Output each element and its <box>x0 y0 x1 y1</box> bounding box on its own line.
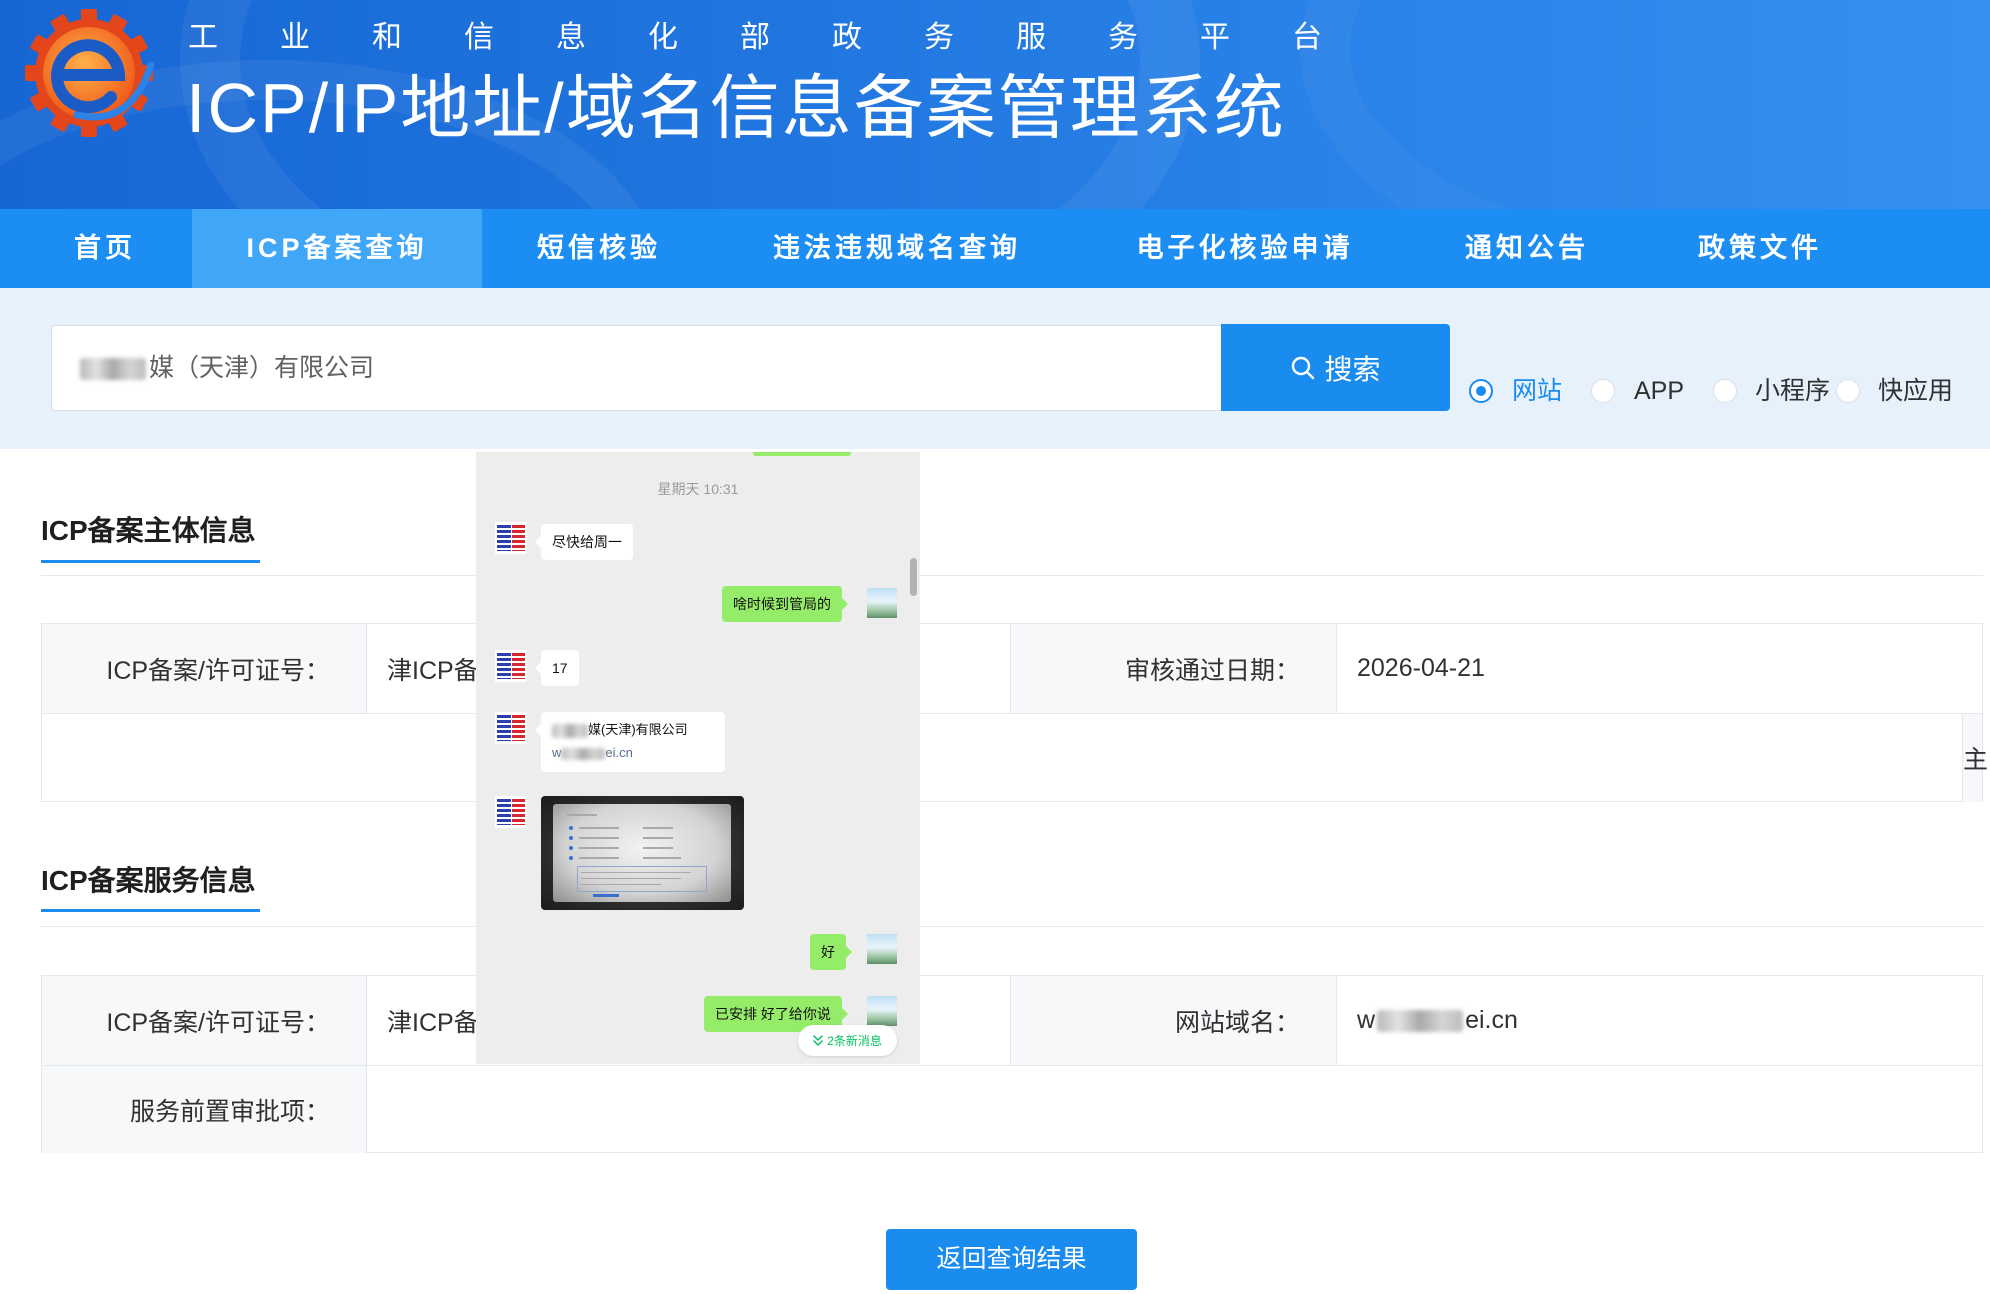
contact-avatar[interactable] <box>495 796 527 828</box>
double-chevron-down-icon <box>813 1034 823 1046</box>
chat-timestamp: 星期天 10:31 <box>657 481 739 497</box>
domain-label: 网站域名： <box>1010 976 1336 1065</box>
search-icon <box>1292 356 1315 379</box>
nav-item-home[interactable]: 首页 <box>40 209 170 288</box>
org-name: 工业和信息化部政务服务平台 <box>188 21 1384 54</box>
domain-value-prefix: w <box>1357 1006 1376 1034</box>
chat-scrollbar[interactable] <box>910 558 917 596</box>
pre-approval-value <box>366 1066 1982 1153</box>
site-header: 工业和信息化部政务服务平台 ICP/IP地址/域名信息备案管理系统 <box>0 0 1990 209</box>
radio-label-website[interactable]: 网站 <box>1512 375 1562 407</box>
chat-message[interactable]: 17 <box>535 650 579 686</box>
radio-app[interactable] <box>1591 379 1615 403</box>
nav-item-icp-query[interactable]: ICP备案查询 <box>192 209 482 288</box>
radio-label-mini-program[interactable]: 小程序 <box>1755 375 1830 407</box>
service-info-table: ICP备案/许可证号： 津ICP备 网站域名： w ei.cn 服务前置审批项： <box>41 975 1983 1153</box>
gear-e-logo-icon[interactable] <box>19 3 159 143</box>
chat-message[interactable]: 好 <box>810 934 852 970</box>
chat-link-prefix: w <box>552 745 562 760</box>
overflow-cell: 主 <box>1962 714 1988 802</box>
table-row: ICP备案/许可证号： 津ICP备 网站域名： w ei.cn <box>42 976 1982 1065</box>
divider <box>41 926 1983 927</box>
license-number-label: ICP备案/许可证号： <box>42 624 366 713</box>
chat-company-name: 媒(天津)有限公司 <box>588 722 688 737</box>
chat-message-card[interactable]: 媒(天津)有限公司 w ei.cn <box>535 712 725 772</box>
entity-section-title: ICP备案主体信息 <box>41 515 256 546</box>
nav-item-illegal-domain-query[interactable]: 违法违规域名查询 <box>716 209 1078 288</box>
pre-approval-label: 服务前置审批项： <box>42 1066 366 1153</box>
blurred-text <box>80 358 146 380</box>
section-title-underline <box>41 909 260 912</box>
radio-mini-program[interactable] <box>1713 379 1737 403</box>
chat-bubble-partial <box>753 452 851 456</box>
divider <box>41 575 1983 576</box>
system-title: ICP/IP地址/域名信息备案管理系统 <box>186 69 1286 147</box>
table-cell-empty <box>42 714 1962 802</box>
blurred-text <box>552 723 588 738</box>
entity-info-table: ICP备案/许可证号： 津ICP备 审核通过日期： 2026-04-21 主 <box>41 623 1988 802</box>
service-section-title: ICP备案服务信息 <box>41 865 256 896</box>
radio-label-quick-app[interactable]: 快应用 <box>1878 375 1953 407</box>
chat-link[interactable]: w ei.cn <box>552 741 714 764</box>
search-button-label: 搜索 <box>1324 353 1381 385</box>
main-nav: 首页 ICP备案查询 短信核验 违法违规域名查询 电子化核验申请 通知公告 政策… <box>0 209 1990 288</box>
chat-link-suffix: ei.cn <box>605 745 633 760</box>
table-row: ICP备案/许可证号： 津ICP备 审核通过日期： 2026-04-21 <box>42 624 1982 713</box>
domain-value: w ei.cn <box>1336 976 1982 1065</box>
nav-item-sms-verify[interactable]: 短信核验 <box>482 209 716 288</box>
back-to-results-button[interactable]: 返回查询结果 <box>886 1229 1137 1290</box>
new-messages-label: 2条新消息 <box>827 1034 882 1048</box>
header-decoration <box>1300 0 1990 209</box>
search-input-value: 媒（天津）有限公司 <box>149 354 375 382</box>
self-avatar[interactable] <box>867 588 897 618</box>
radio-website[interactable] <box>1469 379 1493 403</box>
chat-message[interactable]: 尽快给周一 <box>535 524 633 560</box>
contact-avatar[interactable] <box>495 650 527 682</box>
approval-date-label: 审核通过日期： <box>1010 624 1336 713</box>
chat-message[interactable]: 啥时候到管局的 <box>722 586 848 622</box>
photo-thumbnail-icon[interactable] <box>541 796 744 910</box>
contact-avatar[interactable] <box>495 522 527 554</box>
nav-item-policy-docs[interactable]: 政策文件 <box>1642 209 1878 288</box>
self-avatar[interactable] <box>867 996 897 1026</box>
nav-item-e-verify-apply[interactable]: 电子化核验申请 <box>1078 209 1412 288</box>
radio-quick-app[interactable] <box>1836 379 1860 403</box>
search-button[interactable]: 搜索 <box>1221 324 1450 411</box>
approval-date-value: 2026-04-21 <box>1336 624 1982 713</box>
table-row: 服务前置审批项： <box>42 1065 1982 1153</box>
chat-screenshot-overlay: 星期天 10:31 尽快给周一 啥时候到管局的 17 媒(天津)有限公司 w ei… <box>476 452 920 1064</box>
radio-label-app[interactable]: APP <box>1634 375 1684 407</box>
nav-item-notices[interactable]: 通知公告 <box>1412 209 1642 288</box>
search-input[interactable]: 媒（天津）有限公司 <box>51 325 1221 411</box>
domain-value-suffix: ei.cn <box>1465 1006 1518 1034</box>
blurred-text <box>561 747 606 760</box>
table-row: 主 <box>42 713 1988 802</box>
license-number-label: ICP备案/许可证号： <box>42 976 366 1065</box>
contact-avatar[interactable] <box>495 712 527 744</box>
blurred-text <box>1375 1009 1465 1033</box>
section-title-underline <box>41 560 260 563</box>
self-avatar[interactable] <box>867 934 897 964</box>
new-messages-button[interactable]: 2条新消息 <box>798 1025 897 1056</box>
